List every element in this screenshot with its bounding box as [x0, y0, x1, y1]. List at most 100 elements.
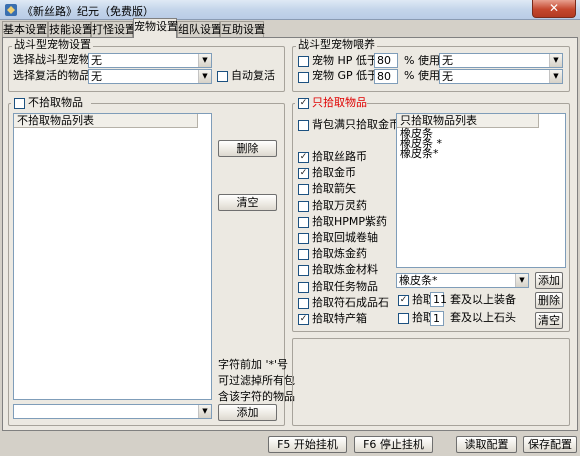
pickup-option-row[interactable]: 拾取万灵药 [298, 199, 390, 213]
chevron-down-icon[interactable]: ▼ [198, 405, 211, 418]
pickup-option-checkbox[interactable] [298, 281, 309, 293]
list-item[interactable]: 橡皮条* [400, 148, 565, 159]
extra-panel [292, 338, 570, 426]
pickup-checkbox[interactable]: ✓ [298, 98, 309, 109]
title-bar: 《新丝路》纪元（免费版） ✕ [0, 0, 580, 20]
pickup-option-row[interactable]: 拾取任务物品 [298, 280, 390, 294]
no-pickup-delete-button[interactable]: 删除 [218, 140, 277, 157]
pickup-option-row[interactable]: 拾取回城卷轴 [298, 231, 390, 245]
pickup-option-checkbox[interactable] [298, 297, 309, 309]
stop-button[interactable]: F6 停止挂机 [354, 436, 433, 453]
pickup-delete-button[interactable]: 删除 [535, 292, 563, 309]
revive-item-select[interactable]: 无 ▼ [88, 69, 212, 84]
pickup-option-label: 拾取炼金材料 [312, 263, 378, 277]
hp-use-label: % 使用 [404, 54, 440, 67]
hp-item-value: 无 [442, 54, 453, 67]
save-config-button[interactable]: 保存配置 [523, 436, 577, 453]
equip-checkbox[interactable]: ✓ [398, 295, 409, 306]
revive-item-value: 无 [91, 70, 102, 83]
pickup-option-row[interactable]: 拾取HPMP紫药 [298, 215, 390, 229]
battle-pet-select[interactable]: 无 ▼ [88, 53, 212, 68]
pickup-option-label: 拾取金币 [312, 166, 356, 180]
pet-feeding-title: 战斗型宠物喂养 [296, 38, 377, 51]
hp-threshold-label: 宠物 HP 低于: [312, 54, 382, 67]
pickup-option-label: 拾取符石成品石 [312, 295, 389, 309]
chevron-down-icon[interactable]: ▼ [515, 274, 528, 287]
pickup-option-row[interactable]: ✓ 拾取金币 [298, 166, 390, 180]
mp-item-value: 无 [442, 70, 453, 83]
pickup-option-list: ✓ 拾取丝路币 ✓ 拾取金币 拾取箭矢 拾取万灵药 拾取HPMP紫药 拾取回城卷轴 拾取炼金药拾… [298, 150, 390, 326]
no-pickup-list-header[interactable]: 不拾取物品列表 [14, 114, 198, 128]
pickup-option-checkbox[interactable]: ✓ [298, 314, 309, 325]
pickup-list[interactable]: 只拾取物品列表 橡皮条 橡皮条 * 橡皮条* [396, 113, 566, 268]
pickup-add-button[interactable]: 添加 [535, 272, 563, 289]
pickup-option-label: 拾取箭矢 [312, 182, 356, 196]
pickup-option-label: 拾取丝路币 [312, 150, 367, 163]
filter-hint-line2: 可过滤掉所有包 [218, 374, 295, 387]
pickup-option-label: 拾取任务物品 [312, 279, 378, 293]
equip-suffix: 套及以上装备 [450, 293, 516, 306]
mp-threshold-label: 宠物 GP 低于: [312, 69, 382, 82]
revive-item-label: 选择复活的物品: [13, 69, 94, 82]
pickup-list-header[interactable]: 只拾取物品列表 [397, 114, 539, 128]
app-icon [5, 4, 17, 16]
pickup-option-checkbox[interactable] [298, 216, 309, 228]
no-pickup-title: 不拾取物品 [28, 96, 83, 109]
tab-pet[interactable]: 宠物设置 [133, 18, 178, 38]
hp-feed-checkbox[interactable] [298, 56, 309, 67]
no-pickup-add-button[interactable]: 添加 [218, 404, 277, 421]
pickup-option-label: 拾取HPMP紫药 [312, 214, 388, 228]
mp-item-select[interactable]: 无 ▼ [439, 69, 563, 84]
no-pickup-checkbox[interactable] [14, 98, 25, 109]
pickup-option-checkbox[interactable] [298, 233, 309, 244]
hp-threshold-input[interactable]: 80 [374, 53, 398, 68]
pickup-option-row[interactable]: 拾取箭矢 [298, 182, 390, 196]
stone-level-input[interactable]: 1 [430, 311, 444, 326]
pickup-option-row[interactable]: ✓ 拾取特产箱 [298, 312, 390, 326]
read-config-button[interactable]: 读取配置 [456, 436, 517, 453]
pickup-clear-button[interactable]: 清空 [535, 312, 563, 329]
full-bag-label: 背包满只拾取金币 [312, 118, 400, 131]
tab-combat[interactable]: 打怪设置 [91, 21, 136, 37]
tab-basic[interactable]: 基本设置 [2, 21, 48, 37]
pickup-option-checkbox[interactable] [298, 184, 309, 196]
pickup-item-select[interactable]: 橡皮条* ▼ [396, 273, 529, 288]
tab-skill[interactable]: 技能设置 [48, 21, 93, 37]
pickup-option-row[interactable]: 拾取炼金材料 [298, 263, 390, 277]
battle-pet-value: 无 [91, 54, 102, 67]
pickup-option-checkbox[interactable] [298, 265, 309, 277]
tab-team[interactable]: 组队设置 [177, 21, 222, 37]
hp-item-select[interactable]: 无 ▼ [439, 53, 563, 68]
no-pickup-list[interactable]: 不拾取物品列表 [13, 113, 212, 400]
mp-feed-checkbox[interactable] [298, 72, 309, 83]
chevron-down-icon[interactable]: ▼ [198, 54, 211, 67]
chevron-down-icon[interactable]: ▼ [549, 70, 562, 83]
start-button[interactable]: F5 开始挂机 [268, 436, 347, 453]
mp-use-label: % 使用 [404, 69, 440, 82]
pickup-item-value: 橡皮条* [399, 274, 438, 287]
pickup-option-checkbox[interactable]: ✓ [298, 168, 309, 180]
chevron-down-icon[interactable]: ▼ [198, 70, 211, 83]
pet-settings-title: 战斗型宠物设置 [12, 38, 93, 51]
pickup-option-row[interactable]: 拾取炼金药 [298, 247, 390, 261]
stone-suffix: 套及以上石头 [450, 311, 516, 324]
pickup-option-row[interactable]: 拾取符石成品石 [298, 296, 390, 310]
no-pickup-clear-button[interactable]: 清空 [218, 194, 277, 211]
equip-level-input[interactable]: 11 [430, 292, 447, 307]
pickup-option-row[interactable]: ✓ 拾取丝路币 [298, 150, 390, 164]
pickup-title: 只拾取物品 [312, 96, 367, 109]
auto-revive-checkbox[interactable] [217, 71, 228, 82]
close-button[interactable]: ✕ [532, 0, 576, 18]
no-pickup-item-select[interactable]: ▼ [13, 404, 212, 419]
tab-assist[interactable]: 互助设置 [220, 21, 265, 37]
pickup-option-checkbox[interactable]: ✓ [298, 152, 309, 163]
auto-revive-label: 自动复活 [231, 69, 275, 82]
stone-checkbox[interactable] [398, 313, 409, 324]
mp-threshold-input[interactable]: 80 [374, 69, 398, 84]
pickup-option-checkbox[interactable] [298, 200, 309, 212]
pickup-option-label: 拾取炼金药 [312, 247, 367, 261]
window-title: 《新丝路》纪元（免费版） [22, 5, 154, 18]
chevron-down-icon[interactable]: ▼ [549, 54, 562, 67]
pickup-option-checkbox[interactable] [298, 249, 309, 261]
full-bag-checkbox[interactable] [298, 120, 309, 131]
